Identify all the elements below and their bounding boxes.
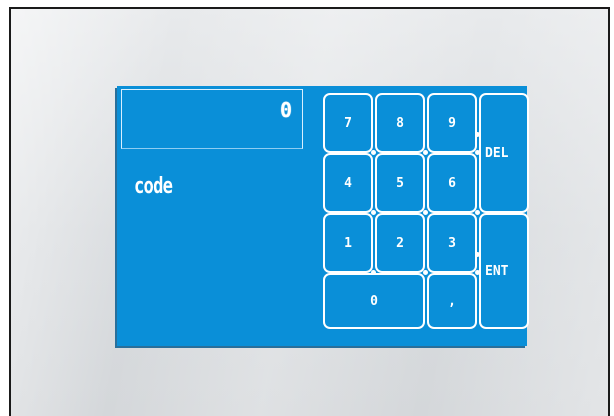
- key-0-button[interactable]: 0: [323, 273, 425, 329]
- value-display[interactable]: 0: [121, 89, 303, 149]
- key-5-button[interactable]: 5: [375, 153, 425, 213]
- key-joint-dot: [475, 270, 480, 275]
- key-joint-dot: [371, 270, 376, 275]
- key-9-button[interactable]: 9: [427, 93, 477, 153]
- key-6-button[interactable]: 6: [427, 153, 477, 213]
- key-joint-dot: [475, 132, 480, 137]
- value-display-text: 0: [279, 98, 292, 122]
- hmi-screen: 0 code 7 8 9 4 5 6 1 2 3 0 , DEL ENT: [117, 86, 529, 346]
- key-joint-dot: [475, 252, 480, 257]
- key-3-button[interactable]: 3: [427, 213, 477, 273]
- code-label: code: [134, 174, 173, 199]
- delete-button[interactable]: DEL: [479, 93, 529, 213]
- key-joint-dot: [371, 210, 376, 215]
- key-comma-button[interactable]: ,: [427, 273, 477, 329]
- key-8-button[interactable]: 8: [375, 93, 425, 153]
- key-4-button[interactable]: 4: [323, 153, 373, 213]
- enter-button[interactable]: ENT: [479, 213, 529, 329]
- key-joint-dot: [475, 150, 480, 155]
- key-joint-dot: [423, 150, 428, 155]
- key-joint-dot: [371, 150, 376, 155]
- key-2-button[interactable]: 2: [375, 213, 425, 273]
- key-7-button[interactable]: 7: [323, 93, 373, 153]
- key-joint-dot: [423, 270, 428, 275]
- key-joint-dot: [423, 210, 428, 215]
- key-1-button[interactable]: 1: [323, 213, 373, 273]
- key-joint-dot: [475, 210, 480, 215]
